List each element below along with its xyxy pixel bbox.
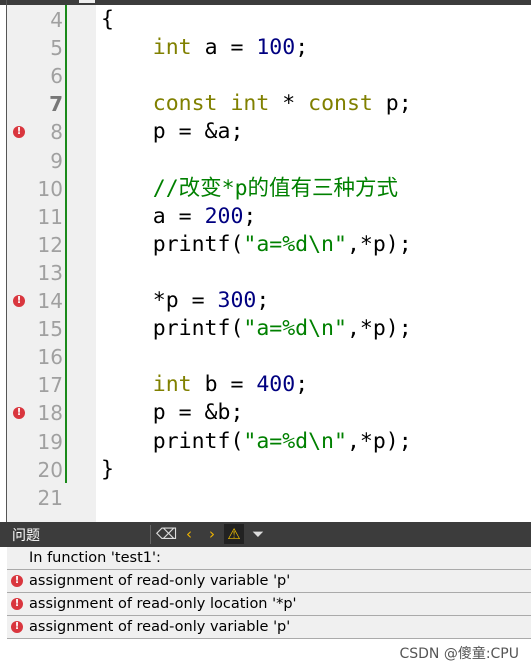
- problem-item[interactable]: ! assignment of read-only location '*p': [7, 593, 531, 616]
- error-icon[interactable]: !: [13, 295, 25, 307]
- code-line[interactable]: p = &b;: [101, 399, 244, 427]
- next-icon[interactable]: ›: [202, 524, 222, 544]
- code-token: }: [101, 456, 114, 482]
- line-number: 19: [37, 429, 63, 454]
- line-number: 20: [37, 457, 63, 482]
- line-number: 11: [37, 204, 63, 229]
- code-token: ;: [243, 203, 257, 229]
- divider: [150, 525, 151, 544]
- line-number: 10: [37, 176, 63, 201]
- line-number: 6: [50, 64, 63, 89]
- code-line[interactable]: printf("a=%d\n",*p);: [101, 428, 412, 456]
- code-token: "a=%d\n": [243, 428, 347, 454]
- code-line[interactable]: const int * const p;: [101, 90, 412, 118]
- line-number: 12: [37, 232, 63, 257]
- clear-icon[interactable]: ⌫: [156, 524, 177, 544]
- code-token: printf(: [101, 231, 244, 257]
- code-token: const: [308, 91, 373, 117]
- filter-icon[interactable]: ⏷: [248, 524, 268, 544]
- code-token: p = &b;: [101, 400, 244, 426]
- code-token: 200: [204, 203, 244, 229]
- change-marker: [65, 5, 67, 483]
- previous-icon[interactable]: ‹: [179, 524, 199, 544]
- line-number: 15: [37, 317, 63, 342]
- error-icon: !: [11, 621, 23, 633]
- problem-item[interactable]: ! assignment of read-only variable 'p': [7, 570, 531, 593]
- code-token: printf(: [101, 428, 244, 454]
- code-token: a =: [191, 35, 257, 61]
- line-number: 16: [37, 345, 63, 370]
- code-token: 300: [217, 288, 257, 313]
- code-line[interactable]: //改变*p的值有三种方式: [101, 175, 398, 203]
- code-token: *p =: [101, 288, 218, 313]
- code-token: ,*p);: [346, 316, 412, 342]
- code-token: "a=%d\n": [243, 316, 347, 342]
- line-number: 21: [37, 485, 63, 510]
- code-token: b =: [191, 372, 257, 398]
- problem-item[interactable]: ! assignment of read-only variable 'p': [7, 616, 531, 639]
- problem-context[interactable]: In function 'test1':: [7, 547, 531, 570]
- code-line[interactable]: printf("a=%d\n",*p);: [101, 231, 412, 259]
- code-token: ;: [256, 288, 270, 313]
- code-line[interactable]: {: [101, 6, 114, 34]
- code-token: ,*p);: [346, 231, 412, 257]
- error-icon: !: [11, 575, 23, 587]
- code-token: {: [101, 7, 114, 32]
- error-icon: !: [11, 598, 23, 610]
- code-line[interactable]: int a = 100;: [101, 34, 308, 62]
- code-token: ;: [295, 35, 309, 61]
- warning-filter-icon[interactable]: ⚠: [224, 524, 244, 544]
- code-token: int: [152, 35, 192, 61]
- problems-title: 问题: [12, 528, 40, 544]
- code-token: a =: [101, 203, 205, 229]
- code-line[interactable]: *p = 300;: [101, 287, 270, 315]
- line-number: 13: [37, 260, 63, 285]
- line-number: 5: [50, 36, 63, 61]
- code-token: ;: [295, 372, 309, 398]
- code-token: *: [269, 91, 309, 117]
- code-token: const int: [152, 91, 270, 117]
- code-token: int: [152, 372, 192, 398]
- watermark: CSDN @傻童:CPU: [399, 646, 519, 662]
- code-line[interactable]: a = 200;: [101, 203, 257, 231]
- problems-header: 问题 ⌫ ‹ › ⚠ ⏷: [0, 522, 531, 547]
- line-number: 17: [37, 373, 63, 398]
- scroll-thumb[interactable]: [79, 0, 95, 3]
- line-number: 7: [49, 92, 63, 117]
- code-token: 100: [256, 35, 296, 61]
- code-token: ,*p);: [346, 428, 412, 454]
- code-line[interactable]: }: [101, 456, 114, 484]
- code-token: "a=%d\n": [243, 231, 347, 257]
- code-token: p;: [372, 91, 412, 117]
- line-number: 9: [50, 148, 63, 173]
- code-token: //改变*p的值有三种方式: [152, 175, 399, 201]
- code-line[interactable]: int b = 400;: [101, 371, 308, 399]
- code-line[interactable]: p = &a;: [101, 118, 244, 146]
- code-token: 400: [256, 372, 296, 398]
- code-token: p = &a;: [101, 119, 244, 145]
- code-token: printf(: [101, 316, 244, 342]
- code-line[interactable]: printf("a=%d\n",*p);: [101, 315, 412, 343]
- line-number: 4: [50, 8, 63, 32]
